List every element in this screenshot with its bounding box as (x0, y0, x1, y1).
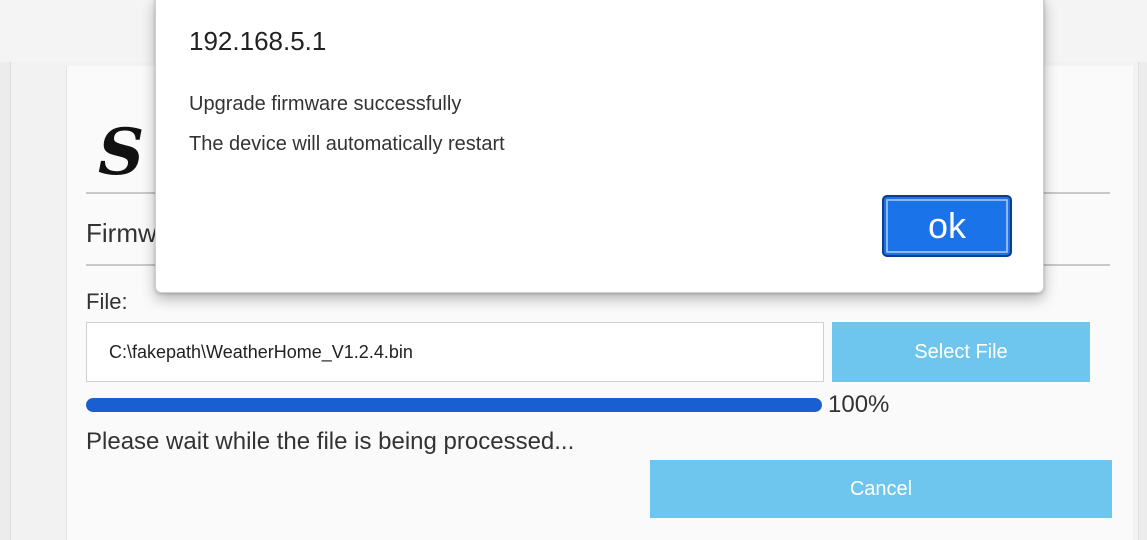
upload-progress-fill (86, 398, 822, 412)
progress-percent-label: 100% (828, 391, 890, 418)
dialog-origin-host: 192.168.5.1 (189, 26, 327, 56)
dialog-message-line-1: Upgrade firmware successfully (189, 93, 462, 115)
brand-logo: S (98, 115, 145, 190)
dialog-message-line-2: The device will automatically restart (189, 133, 505, 155)
select-file-button[interactable]: Select File (832, 322, 1090, 382)
dialog-ok-button[interactable]: ok (882, 195, 1012, 257)
status-message: Please wait while the file is being proc… (86, 428, 575, 455)
file-label: File: (86, 289, 128, 314)
cancel-button[interactable]: Cancel (650, 460, 1112, 518)
upload-progress-bar (86, 398, 822, 412)
file-path-input[interactable]: C:\fakepath\WeatherHome_V1.2.4.bin (86, 322, 824, 382)
alert-dialog: 192.168.5.1 Upgrade firmware successfull… (155, 0, 1044, 293)
